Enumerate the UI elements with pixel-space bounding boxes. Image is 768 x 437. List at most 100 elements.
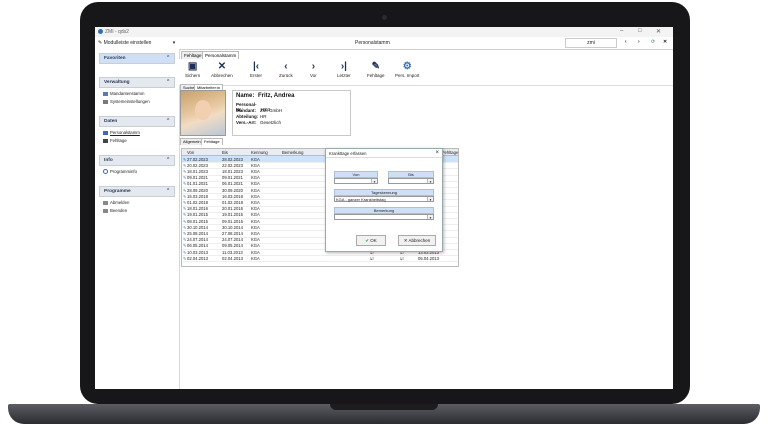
module-toggle-button[interactable]: ✎ Modulleiste einstellen ▾ [98,40,175,46]
dialog-cancel-button[interactable]: ✕ Abbrechen [398,235,436,246]
column-header-fehltage[interactable]: Fehltage [442,150,458,155]
sidebar: Favoriten ⌃ Verwaltung ⌃ Mandantenstamm … [95,49,180,389]
forward-button[interactable]: › Vor [310,61,317,78]
close-tab-icon[interactable]: ✕ [663,39,667,45]
last-button[interactable]: ›| Letzter [337,61,351,78]
fehltage-button[interactable]: ✎ Fehltage [367,61,385,78]
edit-icon[interactable]: ✎ [183,200,187,205]
edit-icon[interactable]: ✎ [183,163,187,168]
edit-icon[interactable]: ✎ [183,250,187,255]
dropdown-arrow-icon[interactable]: ▾ [427,197,433,202]
sidebar-item-personalstamm[interactable]: Personalstamm [103,130,140,135]
sidebar-item-systemeinstellungen[interactable]: Systemeinstellungen [103,99,150,104]
building-icon [103,91,108,96]
field-value: ZMI GmbH [260,108,282,113]
toolbar: ▣ Sichern ✕ Abbrechen |‹ Erster ‹ Zurück › Vo… [179,59,673,86]
sidebar-section-daten[interactable]: Daten ⌃ [99,116,175,127]
sidebar-item-label: Fehltage [110,138,127,143]
tab-fehltage-detail[interactable]: Fehltage [201,138,223,145]
sidebar-item-programminfo[interactable]: Programminfo [103,169,137,175]
cell-kennung: KGA [251,255,260,261]
collapse-icon: ⌃ [165,80,170,85]
edit-icon[interactable]: ✎ [183,256,187,261]
sidebar-section-verwaltung[interactable]: Verwaltung ⌃ [99,77,175,88]
dropdown-arrow-icon[interactable]: ▾ [427,215,433,220]
von-label: Von [334,171,378,178]
cell-kennung: KGA [251,218,260,224]
refresh-icon[interactable]: ⟳ [651,39,655,45]
cell-bis: 19.01.2015 [222,212,243,218]
cell-kennung: KGA [251,175,260,181]
user-field[interactable]: zmi [565,38,617,48]
cancel-button[interactable]: ✕ Abbrechen [211,61,233,78]
field-label: Abteilung: [236,114,259,119]
tab-fehltage[interactable]: Fehltage [181,51,205,59]
sidebar-item-mandantenstamm[interactable]: Mandantenstamm [103,91,144,96]
bemerkung-select[interactable]: ▾ [334,214,434,220]
tageskennung-select[interactable]: KGA - ganzer Krankheitstag ▾ [334,196,434,202]
checkbox[interactable]: ☑ [400,256,404,261]
edit-icon[interactable]: ✎ [183,157,187,162]
edit-icon[interactable]: ✎ [183,175,187,180]
sidebar-section-info[interactable]: Info ⌃ [99,155,175,166]
von-date-field[interactable]: ▾ [334,178,378,184]
cell-von: 18.01.2016 [187,206,208,212]
sidebar-item-abmelden[interactable]: Abmelden [103,200,129,205]
edit-icon[interactable]: ✎ [183,225,187,230]
section-label: Favoriten [104,56,126,61]
edit-icon[interactable]: ✎ [183,243,187,248]
checkbox[interactable]: ☑ [370,256,374,261]
save-button[interactable]: ▣ Sichern [185,61,200,78]
laptop-notch [330,404,438,410]
employee-name-row: Name: Fritz, Andrea [236,93,294,99]
first-button[interactable]: |‹ Erster [250,61,262,78]
cell-von: 24.07.2014 [187,237,208,243]
edit-icon[interactable]: ✎ [183,169,187,174]
edit-icon[interactable]: ✎ [183,231,187,236]
bis-date-field[interactable]: ▾ [388,178,434,184]
sidebar-item-beenden[interactable]: Beenden [103,208,127,213]
edit-icon[interactable]: ✎ [183,206,187,211]
cell-von: 01.01.2021 [187,181,208,187]
edit-icon[interactable]: ✎ [183,181,187,186]
back-icon: ‹ [284,61,288,72]
column-header-bis[interactable]: Bis [222,150,228,155]
button-label: Sichern [185,73,201,78]
edit-icon[interactable]: ✎ [183,219,187,224]
people-icon [103,130,108,135]
maximize-button[interactable]: □ [638,28,642,34]
sidebar-section-programme[interactable]: Programme ⌃ [99,186,175,197]
column-header-von[interactable]: Von [187,150,194,155]
back-button[interactable]: ‹ Zurück [279,61,293,78]
dropdown-arrow-icon: ▾ [172,40,176,46]
close-window-button[interactable]: ✕ [656,28,661,35]
ok-button[interactable]: ✔ OK [356,235,386,246]
name-label: Name: [236,93,255,99]
table-row[interactable]: ✎ 02.04.2013 02.04.2013 KGA ☑ ☑ 05.04.2013 [182,255,458,263]
minimize-button[interactable]: – [620,28,623,34]
pen-icon: ✎ [371,61,380,72]
nav-forward-icon[interactable]: › [638,39,640,45]
pers-import-button[interactable]: ⚙ Pers. Import [395,61,420,78]
cell-kennung: KGA [251,206,260,212]
column-header-bemerkung[interactable]: Bemerkung [282,150,303,155]
sidebar-item-fehltage[interactable]: Fehltage [103,138,127,143]
edit-icon[interactable]: ✎ [183,212,187,217]
collapse-icon: ⌃ [165,189,170,194]
cell-kennung: KGA [251,212,260,218]
nav-back-icon[interactable]: ‹ [625,39,627,45]
dropdown-arrow-icon[interactable]: ▾ [427,179,433,184]
sidebar-section-favoriten[interactable]: Favoriten ⌃ [99,53,175,64]
edit-icon[interactable]: ✎ [183,194,187,199]
dialog-close-button[interactable]: × [435,150,439,156]
x-icon: ✕ [403,238,408,243]
dropdown-arrow-icon[interactable]: ▾ [371,179,377,184]
cancel-icon: ✕ [217,61,227,72]
edit-icon[interactable]: ✎ [183,188,187,193]
window-title: ZMI - qds2 [105,29,129,35]
tab-personalstamm[interactable]: Personalstamm [202,51,240,59]
bemerkung-label: Bemerkung [334,207,434,214]
column-header-kennung[interactable]: Kennung [251,150,268,155]
edit-icon[interactable]: ✎ [183,237,187,242]
cell-bis: 22.02.2023 [222,162,243,168]
